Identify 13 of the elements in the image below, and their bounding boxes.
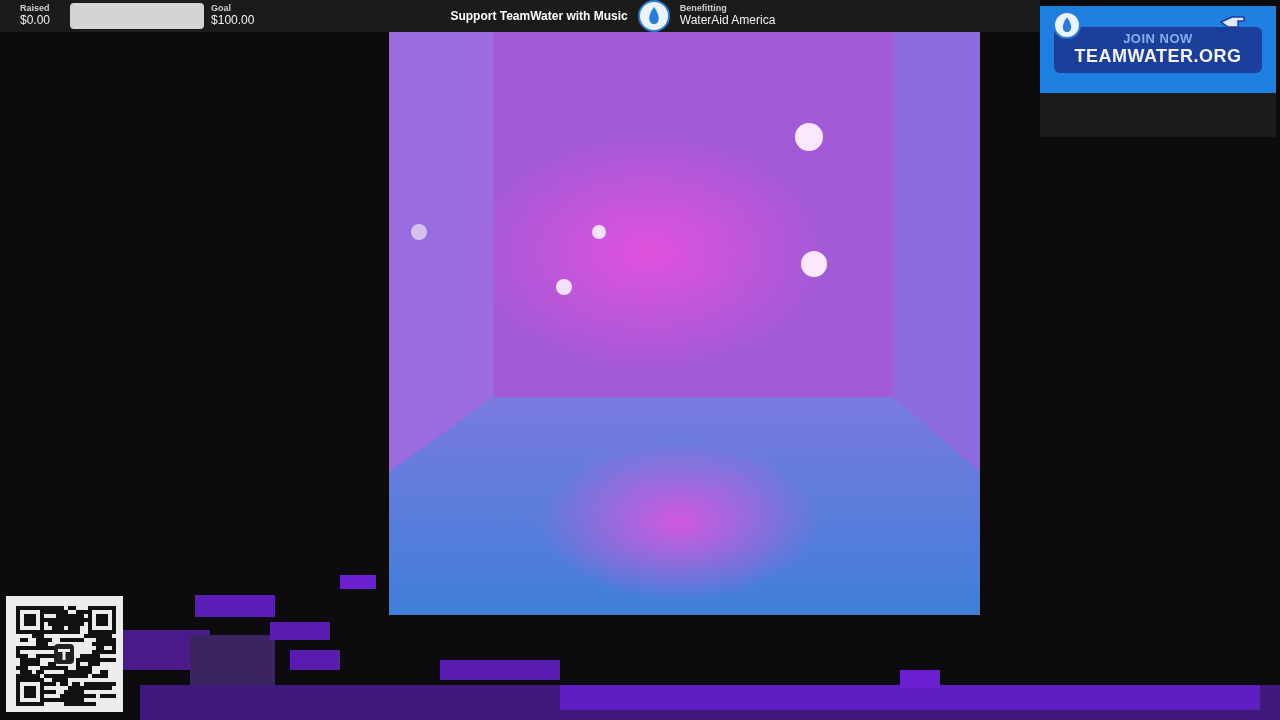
benefitting-label: Benefitting bbox=[679, 4, 728, 15]
banner-kicker: JOIN NOW bbox=[1123, 30, 1193, 46]
goal-amount: $100.00 bbox=[211, 14, 255, 28]
water-drop-logo-icon bbox=[636, 0, 671, 32]
banner-url: TEAMWATER.ORG bbox=[1074, 45, 1242, 67]
raised-amount: $0.00 bbox=[20, 14, 51, 28]
fundraiser-title: Support TeamWater with Music bbox=[450, 9, 628, 23]
pointing-hand-icon bbox=[1220, 15, 1246, 29]
raised-label: Raised bbox=[20, 4, 51, 15]
water-drop-logo-icon bbox=[1052, 10, 1082, 40]
join-banner[interactable]: JOIN NOW TEAMWATER.ORG bbox=[1040, 6, 1276, 93]
beneficiary-name: WaterAid America bbox=[679, 14, 776, 28]
goal-label: Goal bbox=[211, 4, 233, 15]
